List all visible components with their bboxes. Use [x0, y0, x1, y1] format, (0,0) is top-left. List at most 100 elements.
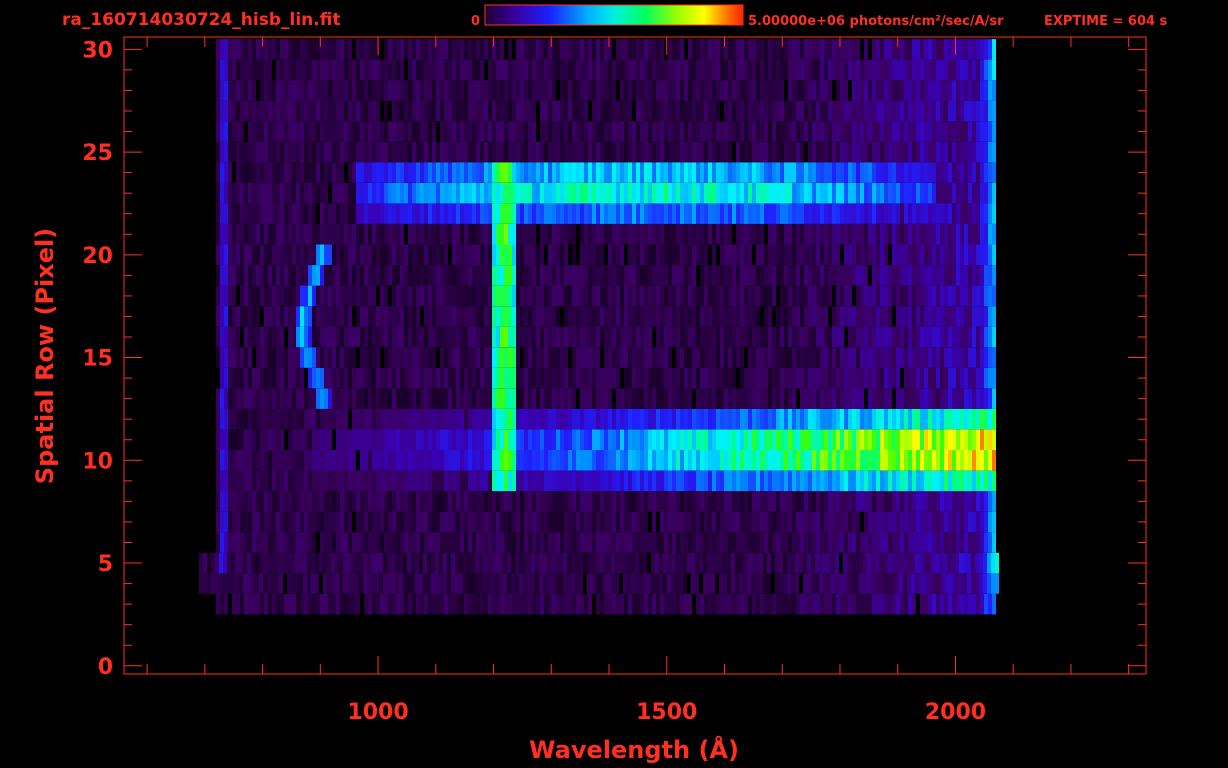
heatmap-cell [728, 265, 732, 286]
heatmap-cell [248, 80, 252, 101]
heatmap-cell [860, 244, 864, 265]
heatmap-cell [812, 306, 816, 327]
heatmap-cell [652, 141, 656, 163]
heatmap-cell [604, 265, 608, 286]
heatmap-cell [792, 100, 796, 122]
heatmap-cell [372, 347, 376, 368]
heatmap-cell [544, 450, 548, 471]
heatmap-cell [788, 367, 792, 389]
heatmap-cell [500, 593, 504, 615]
heatmap-cell [340, 367, 344, 389]
heatmap-cell [632, 141, 636, 163]
heatmap-cell [668, 367, 672, 389]
heatmap-cell [836, 408, 840, 430]
heatmap-cell [820, 121, 824, 142]
heatmap-cell [988, 285, 992, 307]
heatmap-cell [500, 367, 504, 389]
heatmap-cell [896, 121, 900, 142]
heatmap-cell [512, 80, 516, 101]
heatmap-cell [948, 121, 952, 142]
heatmap-cell [668, 450, 672, 471]
heatmap-cell [696, 532, 700, 553]
heatmap-cell [396, 265, 400, 286]
heatmap-cell [888, 326, 892, 348]
heatmap-cell [772, 244, 776, 265]
heatmap-cell [240, 470, 244, 492]
heatmap-cell [316, 367, 320, 389]
heatmap-cell [676, 224, 680, 245]
heatmap-cell [648, 182, 652, 204]
heatmap-cell [216, 511, 220, 533]
heatmap-cell [228, 367, 232, 389]
heatmap-cell [936, 429, 940, 450]
heatmap-cell [896, 367, 900, 389]
heatmap-cell [588, 265, 592, 286]
heatmap-cell [444, 429, 448, 450]
heatmap-cell [892, 367, 896, 389]
heatmap-cell [908, 265, 912, 286]
heatmap-cell [900, 429, 904, 450]
heatmap-cell [572, 203, 576, 224]
heatmap-cell [488, 162, 492, 183]
heatmap-cell [888, 429, 892, 450]
heatmap-cell [772, 347, 776, 368]
heatmap-cell [232, 347, 236, 368]
heatmap-cell [380, 347, 384, 368]
heatmap-cell [764, 367, 768, 389]
heatmap-cell [564, 285, 568, 307]
heatmap-cell [468, 532, 472, 553]
heatmap-cell [808, 162, 812, 183]
heatmap-cell [696, 182, 700, 204]
heatmap-cell [644, 100, 648, 122]
heatmap-cell [220, 203, 224, 224]
heatmap-cell [736, 532, 740, 553]
heatmap-cell [964, 429, 968, 450]
heatmap-cell [820, 285, 824, 307]
heatmap-cell [348, 511, 352, 533]
heatmap-cell [872, 470, 876, 492]
heatmap-cell [288, 265, 292, 286]
heatmap-cell [232, 593, 236, 615]
heatmap-cell [568, 470, 572, 492]
heatmap-cell [504, 511, 508, 533]
heatmap-cell [552, 285, 556, 307]
heatmap-cell [984, 429, 988, 450]
heatmap-cell [728, 450, 732, 471]
heatmap-cell [356, 182, 360, 204]
heatmap-cell [264, 326, 268, 348]
heatmap-cell [816, 388, 820, 409]
heatmap-cell [436, 244, 440, 265]
heatmap-cell [480, 141, 484, 163]
heatmap-cell [536, 224, 540, 245]
heatmap-cell [416, 80, 420, 101]
heatmap-cell [636, 162, 640, 183]
heatmap-cell [228, 450, 232, 471]
heatmap-cell [316, 326, 320, 348]
heatmap-cell [407, 573, 411, 594]
heatmap-cell [388, 470, 392, 492]
heatmap-cell [704, 265, 708, 286]
heatmap-cell [528, 182, 532, 204]
heatmap-cell [696, 100, 700, 122]
heatmap-cell [404, 347, 408, 368]
heatmap-cell [584, 141, 588, 163]
heatmap-cell [580, 388, 584, 409]
heatmap-cell [760, 326, 764, 348]
heatmap-cell [544, 265, 548, 286]
heatmap-cell [904, 347, 908, 368]
heatmap-cell [244, 162, 248, 183]
heatmap-cell [716, 347, 720, 368]
heatmap-cell [500, 121, 504, 142]
heatmap-cell [768, 470, 772, 492]
heatmap-cell [940, 141, 944, 163]
heatmap-cell [760, 593, 764, 615]
heatmap-cell [524, 470, 528, 492]
heatmap-cell [827, 573, 831, 594]
heatmap-cell [864, 265, 868, 286]
heatmap-cell [700, 511, 704, 533]
heatmap-cell [456, 532, 460, 553]
heatmap-cell [660, 347, 664, 368]
heatmap-cell [368, 450, 372, 471]
heatmap-cell [724, 408, 728, 430]
heatmap-cell [540, 100, 544, 122]
